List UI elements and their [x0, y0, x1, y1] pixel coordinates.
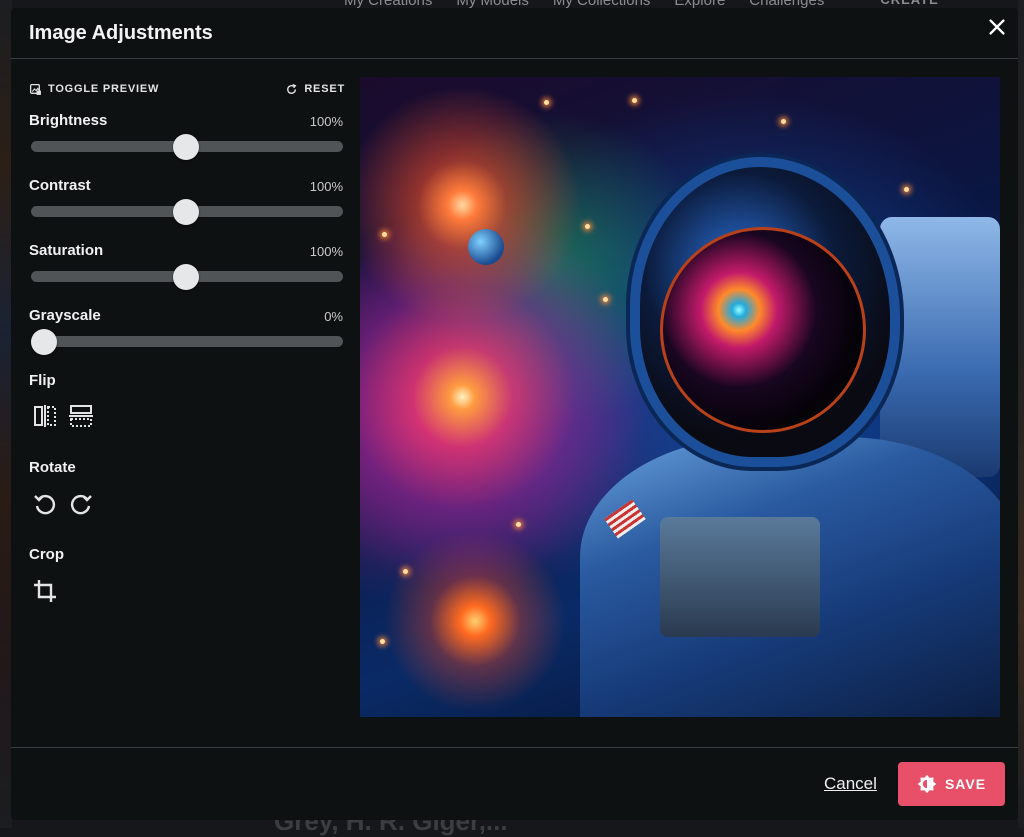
grayscale-slider-row: Grayscale 0%: [29, 307, 345, 357]
slider-thumb[interactable]: [173, 134, 199, 160]
slider-label: Contrast: [29, 177, 91, 194]
image-edit-icon: [29, 83, 41, 95]
star: [403, 569, 408, 574]
grayscale-slider[interactable]: [31, 336, 343, 347]
slider-thumb[interactable]: [173, 199, 199, 225]
flip-horizontal-icon[interactable]: [31, 402, 59, 430]
saturation-slider-row: Saturation 100%: [29, 242, 345, 292]
star: [382, 232, 387, 237]
star: [904, 187, 909, 192]
star: [632, 98, 637, 103]
slider-value: 0%: [324, 309, 343, 324]
modal-header: Image Adjustments: [11, 8, 1018, 59]
reset-button[interactable]: RESET: [285, 83, 345, 96]
cancel-button[interactable]: Cancel: [824, 774, 877, 794]
footer-divider: [11, 747, 1018, 748]
flip-vertical-icon[interactable]: [67, 402, 95, 430]
sun-contrast-icon: [917, 774, 937, 794]
slider-thumb[interactable]: [31, 329, 57, 355]
slider-label: Saturation: [29, 242, 104, 259]
reset-label: RESET: [304, 83, 345, 95]
toggle-preview-button[interactable]: TOGGLE PREVIEW: [29, 83, 159, 96]
rotate-right-icon[interactable]: [67, 490, 95, 518]
astronaut-backpack: [880, 217, 1000, 477]
astronaut-visor: [660, 227, 866, 433]
star: [544, 100, 549, 105]
save-button[interactable]: SAVE: [898, 762, 1005, 806]
background-page-right: [1018, 0, 1024, 828]
star: [516, 522, 521, 527]
slider-value: 100%: [309, 179, 343, 194]
image-adjustments-modal: Image Adjustments TOGGLE PREVIEW RESET B…: [11, 8, 1018, 820]
refresh-icon: [287, 83, 297, 94]
brightness-slider-row: Brightness 100%: [29, 112, 345, 162]
top-actions: TOGGLE PREVIEW RESET: [29, 80, 345, 98]
planet: [468, 229, 504, 265]
toggle-preview-label: TOGGLE PREVIEW: [48, 83, 160, 95]
crop-icon[interactable]: [31, 577, 59, 605]
image-preview: [360, 77, 1000, 717]
rotate-left-icon[interactable]: [31, 490, 59, 518]
flip-label: Flip: [29, 372, 56, 389]
star: [380, 639, 385, 644]
slider-value: 100%: [309, 244, 343, 259]
close-icon[interactable]: [986, 16, 1008, 38]
star: [585, 224, 590, 229]
modal-title: Image Adjustments: [29, 22, 213, 44]
save-label: SAVE: [944, 776, 987, 792]
rotate-label: Rotate: [29, 459, 76, 476]
slider-label: Grayscale: [29, 307, 101, 324]
adjustment-controls: TOGGLE PREVIEW RESET Brightness 100% Con…: [29, 80, 345, 602]
slider-value: 100%: [309, 114, 343, 129]
star: [603, 297, 608, 302]
star: [781, 119, 786, 124]
astronaut-chest-unit: [660, 517, 820, 637]
crop-label: Crop: [29, 546, 64, 563]
contrast-slider-row: Contrast 100%: [29, 177, 345, 227]
slider-thumb[interactable]: [173, 264, 199, 290]
slider-label: Brightness: [29, 112, 108, 129]
